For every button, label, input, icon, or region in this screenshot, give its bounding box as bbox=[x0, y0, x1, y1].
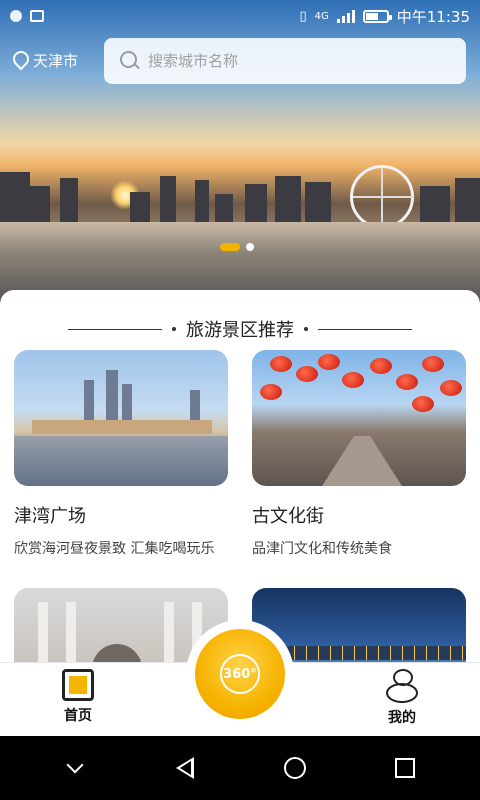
media-icon bbox=[30, 10, 44, 22]
content-panel: 旅游景区推荐 津湾广场 欣赏海河昼夜景致 汇集吃喝玩乐 古文化街 品津门文化和传… bbox=[0, 290, 480, 662]
attraction-desc: 欣赏海河昼夜景致 汇集吃喝玩乐 bbox=[14, 541, 215, 557]
section-header: 旅游景区推荐 bbox=[0, 318, 480, 341]
status-bar: ▯ 4G 中午11:35 bbox=[0, 0, 480, 32]
vr-360-icon: 360° bbox=[195, 629, 285, 719]
nav-recents-button[interactable] bbox=[390, 753, 420, 783]
vibrate-icon: ▯ bbox=[299, 8, 307, 24]
banner-pager bbox=[220, 243, 254, 251]
city-name: 天津市 bbox=[33, 52, 79, 70]
home-icon bbox=[62, 669, 94, 701]
nav-hide-button[interactable] bbox=[60, 753, 90, 783]
signal-icon bbox=[336, 9, 355, 23]
search-input[interactable] bbox=[148, 52, 448, 70]
battery-icon bbox=[362, 9, 392, 23]
attraction-desc: 品津门文化和传统美食 bbox=[252, 541, 392, 557]
city-selector[interactable]: 天津市 bbox=[12, 50, 78, 71]
tab-mine-label: 我的 bbox=[388, 710, 416, 726]
river bbox=[0, 222, 480, 300]
tab-home-label: 首页 bbox=[64, 708, 92, 724]
clock: 中午11:35 bbox=[396, 7, 470, 26]
back-triangle-icon bbox=[176, 757, 194, 779]
chevron-down-icon bbox=[66, 756, 84, 774]
network-type: 4G bbox=[314, 10, 329, 22]
user-icon bbox=[386, 669, 418, 703]
tab-home[interactable]: 首页 bbox=[38, 669, 118, 725]
vr-360-label: 360° bbox=[220, 654, 260, 694]
pager-dot-active[interactable] bbox=[220, 243, 240, 251]
location-pin-icon bbox=[12, 51, 28, 71]
attraction-name: 古文化街 bbox=[252, 506, 324, 527]
search-icon bbox=[120, 51, 140, 71]
nav-back-button[interactable] bbox=[170, 753, 200, 783]
home-circle-icon bbox=[284, 757, 306, 779]
divider-line bbox=[318, 328, 412, 330]
pager-dot[interactable] bbox=[246, 243, 254, 251]
notification-icon bbox=[10, 10, 22, 22]
divider-dot bbox=[304, 327, 308, 331]
ferris-wheel bbox=[350, 165, 414, 229]
nav-home-button[interactable] bbox=[280, 753, 310, 783]
attraction-card[interactable]: 古文化街 品津门文化和传统美食 bbox=[252, 350, 466, 558]
attraction-name: 津湾广场 bbox=[14, 506, 86, 527]
search-bar[interactable] bbox=[104, 38, 466, 84]
attraction-photo[interactable] bbox=[14, 350, 228, 486]
attraction-card[interactable]: 津湾广场 欣赏海河昼夜景致 汇集吃喝玩乐 bbox=[14, 350, 228, 558]
system-nav-bar bbox=[0, 736, 480, 800]
tab-mine[interactable]: 我的 bbox=[362, 669, 442, 727]
section-title: 旅游景区推荐 bbox=[186, 320, 294, 341]
attraction-photo[interactable] bbox=[252, 350, 466, 486]
vr-360-button[interactable]: 360° bbox=[186, 620, 294, 728]
divider-dot bbox=[172, 327, 176, 331]
recents-square-icon bbox=[395, 758, 415, 778]
divider-line bbox=[68, 328, 162, 330]
